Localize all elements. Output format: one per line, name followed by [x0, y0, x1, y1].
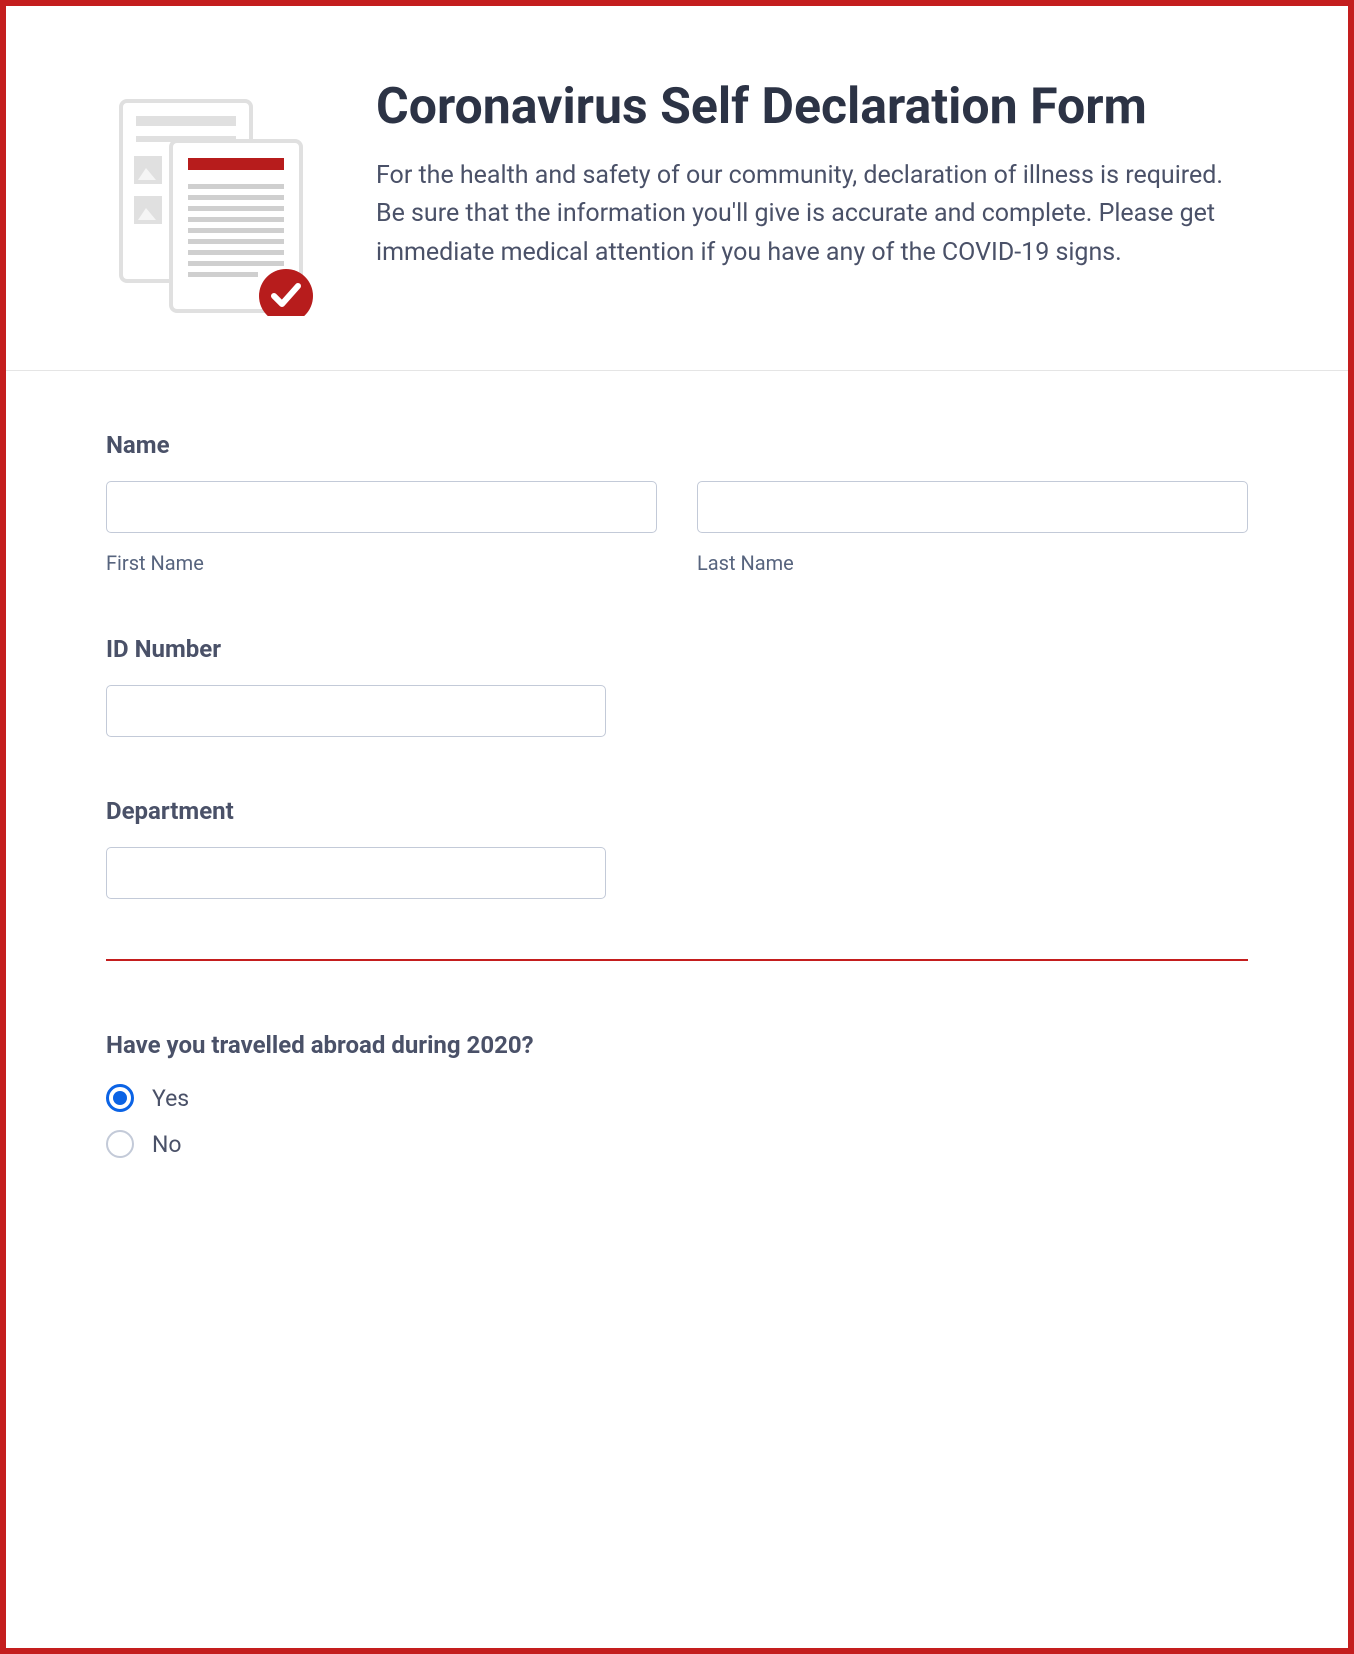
header-text: Coronavirus Self Declaration Form For th… [376, 76, 1278, 320]
form-header: Coronavirus Self Declaration Form For th… [6, 6, 1348, 371]
radio-yes-label: Yes [152, 1085, 189, 1112]
radio-yes-circle[interactable] [106, 1084, 134, 1112]
form-description: For the health and safety of our communi… [376, 157, 1238, 273]
radio-option-no[interactable]: No [106, 1130, 1248, 1158]
first-name-input[interactable] [106, 481, 657, 533]
first-name-sublabel: First Name [106, 551, 657, 575]
form-page: Coronavirus Self Declaration Form For th… [0, 0, 1354, 1654]
travel-question-label: Have you travelled abroad during 2020? [106, 1031, 1248, 1059]
last-name-input[interactable] [697, 481, 1248, 533]
form-title: Coronavirus Self Declaration Form [376, 76, 1238, 139]
name-field-group: Name First Name Last Name [106, 431, 1248, 575]
id-number-label: ID Number [106, 635, 1248, 663]
department-label: Department [106, 797, 1248, 825]
radio-option-yes[interactable]: Yes [106, 1084, 1248, 1112]
document-icon [116, 76, 316, 320]
section-divider [106, 959, 1248, 961]
name-label: Name [106, 431, 1248, 459]
name-row: First Name Last Name [106, 481, 1248, 575]
department-field-group: Department [106, 797, 1248, 899]
radio-no-circle[interactable] [106, 1130, 134, 1158]
last-name-col: Last Name [697, 481, 1248, 575]
id-number-input[interactable] [106, 685, 606, 737]
radio-no-label: No [152, 1131, 182, 1158]
form-body: Name First Name Last Name ID Number Depa… [6, 371, 1348, 1258]
travel-question-group: Have you travelled abroad during 2020? Y… [106, 1031, 1248, 1158]
department-input[interactable] [106, 847, 606, 899]
id-number-field-group: ID Number [106, 635, 1248, 737]
first-name-col: First Name [106, 481, 657, 575]
last-name-sublabel: Last Name [697, 551, 1248, 575]
